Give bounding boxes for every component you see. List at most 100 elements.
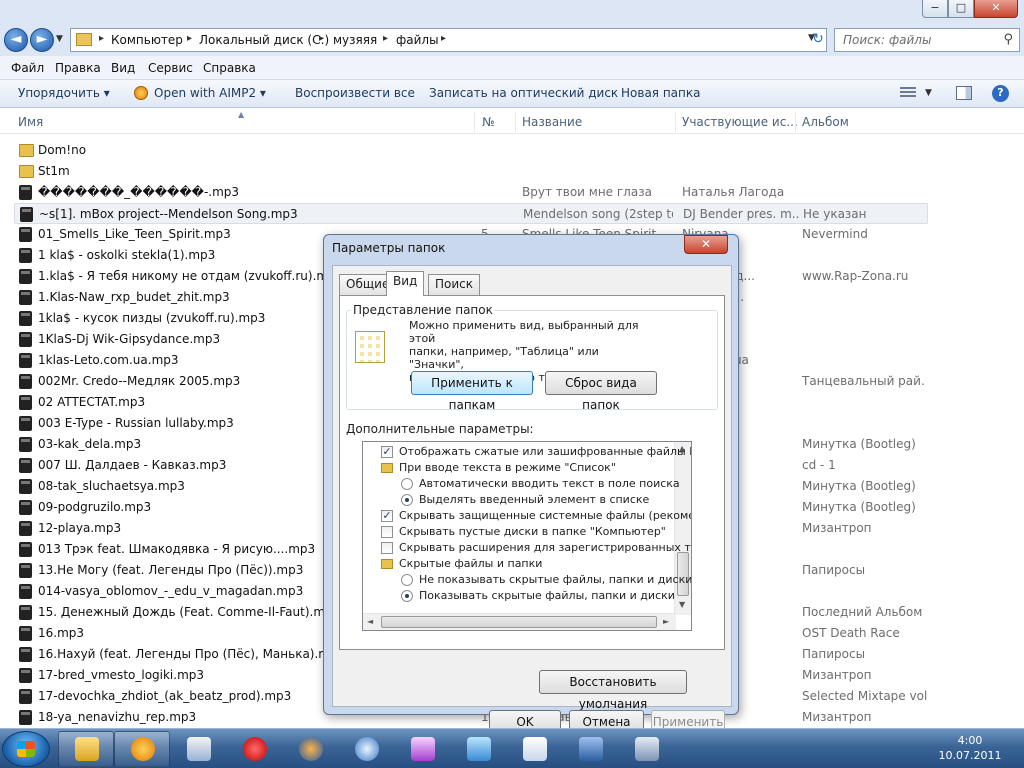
taskbar-winrar[interactable] (394, 731, 450, 767)
chevron-right-icon[interactable]: ▸ (319, 33, 324, 44)
refresh-button[interactable]: ↻ (808, 28, 828, 52)
aimp-icon (131, 737, 155, 761)
column-divider[interactable] (474, 112, 475, 132)
view-dropdown[interactable]: ▼ (925, 88, 932, 98)
menu-tools[interactable]: Сервис (148, 61, 193, 75)
breadcrumb-local-disk[interactable]: Локальный диск (C:) (199, 33, 329, 47)
menu-help[interactable]: Справка (203, 61, 256, 75)
chevron-right-icon[interactable]: ▸ (441, 33, 446, 44)
taskbar-firefox[interactable] (282, 731, 338, 767)
file-row[interactable]: �������_������-.mp3 Врут твои мне глаза На… (14, 182, 928, 203)
column-divider[interactable] (515, 112, 516, 132)
play-all-button[interactable]: Воспроизвести все (295, 86, 415, 100)
open-with-aimp-button[interactable]: Open with AIMP2 ▾ (154, 86, 266, 100)
track-album: Не указан (803, 207, 867, 221)
restore-defaults-button[interactable]: Восстановить умолчания (539, 670, 687, 711)
maximize-button[interactable]: □ (948, 0, 974, 18)
advanced-setting-label: Отображать сжатые или зашифрованные файл… (399, 445, 692, 458)
help-icon[interactable]: ? (992, 85, 1009, 102)
radio-selected[interactable] (401, 494, 413, 506)
close-button[interactable]: ✕ (974, 0, 1018, 18)
forward-button[interactable]: ► (30, 28, 54, 52)
search-input[interactable]: Поиск: файлы ⚲ (834, 28, 1020, 52)
advanced-setting-item[interactable]: Скрывать расширения для зарегистрированн… (363, 540, 691, 556)
taskbar-messenger[interactable] (450, 731, 506, 767)
search-placeholder: Поиск: файлы (843, 33, 932, 47)
minimize-button[interactable]: − (922, 0, 948, 18)
advanced-settings-list[interactable]: ▲ ▼ ◄ ► ✓ Отображать сжатые или зашифрова… (362, 441, 692, 631)
column-divider[interactable] (795, 112, 796, 132)
start-button[interactable] (2, 731, 50, 767)
advanced-setting-item[interactable]: ✓ Скрывать защищенные системные файлы (ре… (363, 508, 691, 524)
advanced-setting-item[interactable]: ✓ Отображать сжатые или зашифрованные фай… (363, 444, 691, 460)
menu-file[interactable]: Файл (11, 61, 44, 75)
recent-pages-dropdown[interactable]: ▼ (56, 34, 63, 44)
taskbar-explorer[interactable] (58, 731, 114, 767)
reset-folders-button[interactable]: Сброс вида папок (545, 371, 657, 412)
column-album[interactable]: Альбом (802, 115, 849, 129)
menu-edit[interactable]: Правка (55, 61, 101, 75)
scroll-left-icon[interactable]: ◄ (367, 617, 373, 626)
virtualbox-icon (579, 737, 603, 761)
checkbox-checked[interactable]: ✓ (381, 446, 393, 458)
column-number[interactable]: № (482, 115, 494, 129)
search-icon[interactable]: ⚲ (1003, 32, 1013, 47)
track-title: Mendelson song (2step to... (523, 207, 673, 221)
taskbar-notepad[interactable] (506, 731, 562, 767)
system-clock[interactable]: 4:00 10.07.2011 (930, 733, 1010, 763)
column-divider[interactable] (675, 112, 676, 132)
checkbox-unchecked[interactable] (381, 526, 393, 538)
chevron-right-icon[interactable]: ▸ (187, 33, 192, 44)
scroll-right-icon[interactable]: ► (663, 617, 669, 626)
column-title[interactable]: Название (522, 115, 582, 129)
radio-selected[interactable] (401, 590, 413, 602)
scroll-thumb[interactable] (381, 616, 657, 628)
file-name: St1m (38, 164, 70, 178)
dialog-close-button[interactable]: ✕ (684, 235, 728, 254)
audio-file-icon (19, 647, 32, 662)
folder-icon (19, 144, 34, 157)
aimp-icon (134, 86, 148, 100)
breadcrumb-music[interactable]: музяяя (333, 33, 377, 47)
taskbar-media-player[interactable] (170, 731, 226, 767)
address-bar[interactable]: ▸ Компьютер ▸ Локальный диск (C:) ▸ музя… (70, 28, 827, 52)
tab-view[interactable]: Вид (386, 271, 425, 296)
preview-pane-icon[interactable] (956, 86, 972, 100)
scroll-down-icon[interactable]: ▼ (679, 600, 685, 609)
advanced-setting-item[interactable]: Скрывать пустые диски в папке "Компьютер… (363, 524, 673, 540)
back-button[interactable]: ◄ (4, 28, 28, 52)
column-artists[interactable]: Участвующие ис... (682, 115, 798, 129)
checkbox-unchecked[interactable] (381, 542, 393, 554)
apply-to-folders-button[interactable]: Применить к папкам (411, 371, 533, 412)
advanced-setting-item[interactable]: Выделять введенный элемент в списке (363, 492, 673, 508)
organize-button[interactable]: Упорядочить ▾ (18, 86, 110, 100)
checkbox-checked[interactable]: ✓ (381, 510, 393, 522)
tab-search[interactable]: Поиск (428, 274, 481, 295)
track-title: Врут твои мне глаза (522, 185, 652, 199)
advanced-setting-item[interactable]: Автоматически вводить текст в поле поиск… (363, 476, 680, 492)
new-folder-button[interactable]: Новая папка (621, 86, 700, 100)
radio-unselected[interactable] (401, 574, 413, 586)
file-row[interactable]: ~s[1]. mBox project--Mendelson Song.mp3 M… (14, 203, 928, 224)
view-options-icon[interactable] (900, 87, 916, 99)
column-name[interactable]: Имя (18, 115, 43, 129)
taskbar-virtualbox[interactable] (562, 731, 618, 767)
horizontal-scrollbar[interactable]: ◄ ► (363, 613, 676, 630)
taskbar-network[interactable] (338, 731, 394, 767)
chevron-right-icon[interactable]: ▸ (99, 33, 104, 44)
taskbar-aimp[interactable] (114, 731, 170, 767)
audio-file-icon (19, 542, 32, 557)
burn-disc-button[interactable]: Записать на оптический диск (429, 86, 618, 100)
chevron-right-icon[interactable]: ▸ (383, 33, 388, 44)
vertical-scrollbar[interactable]: ▲ ▼ (674, 442, 691, 615)
folder-row[interactable]: Dom!no (14, 140, 928, 161)
breadcrumb-computer[interactable]: Компьютер (111, 33, 183, 47)
folder-row[interactable]: St1m (14, 161, 928, 182)
advanced-setting-item[interactable]: Показывать скрытые файлы, папки и диски (363, 588, 675, 604)
radio-unselected[interactable] (401, 478, 413, 490)
taskbar-calculator[interactable] (618, 731, 674, 767)
breadcrumb-files[interactable]: файлы (396, 33, 439, 47)
menu-view[interactable]: Вид (111, 61, 135, 75)
advanced-setting-item[interactable]: Не показывать скрытые файлы, папки и дис… (363, 572, 691, 588)
taskbar-opera[interactable] (226, 731, 282, 767)
